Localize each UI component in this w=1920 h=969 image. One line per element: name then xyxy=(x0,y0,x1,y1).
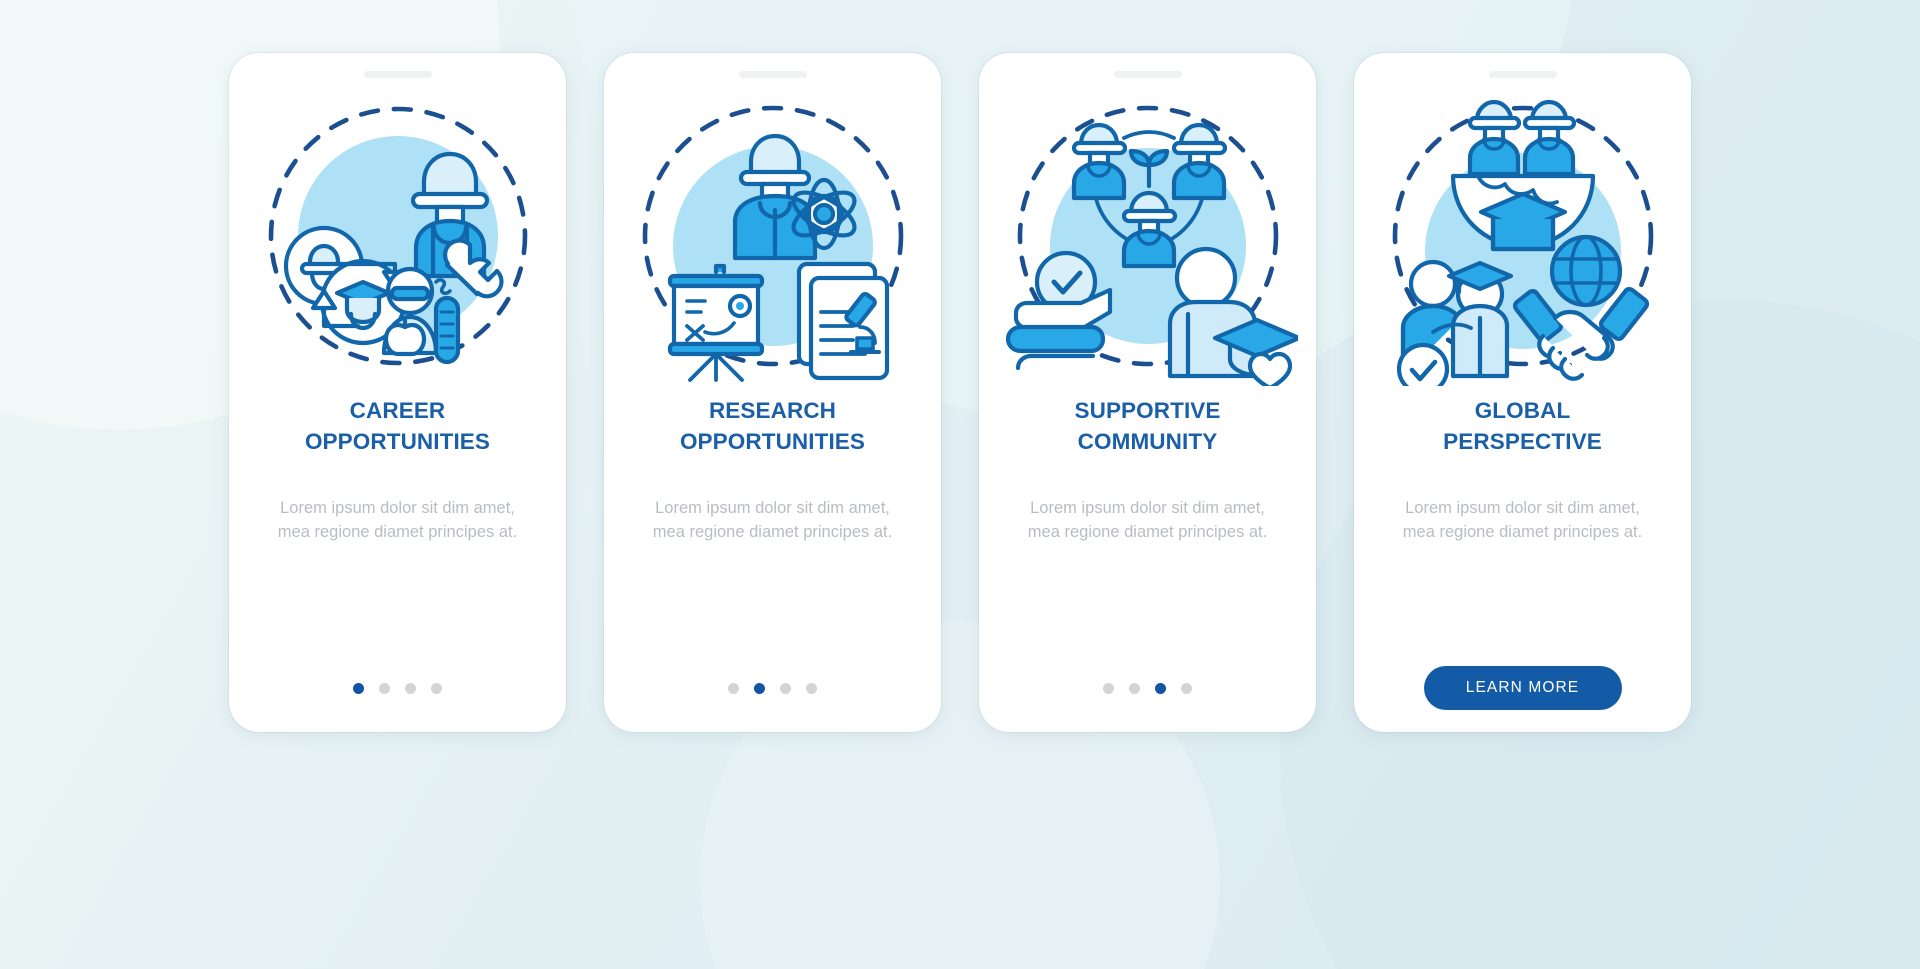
page-title: GLOBAL PERSPECTIVE xyxy=(1443,396,1602,457)
page-title-line-1: CAREER xyxy=(349,398,446,423)
globe-icon xyxy=(1549,234,1622,308)
onboarding-screens-canvas: CAREER OPPORTUNITIES Lorem ipsum dolor s… xyxy=(0,0,1920,969)
page-title-line-2: OPPORTUNITIES xyxy=(679,428,866,454)
person-pair-icon xyxy=(1467,99,1521,177)
page-title-line-2: COMMUNITY xyxy=(1077,428,1218,454)
community-illustration xyxy=(998,86,1298,386)
page-title-line-1: RESEARCH xyxy=(708,398,837,423)
phone-speaker-bar xyxy=(363,71,432,78)
pagination-dot-1[interactable] xyxy=(353,682,364,694)
phone-speaker-bar xyxy=(738,71,807,78)
pagination-dot-2[interactable] xyxy=(754,682,765,694)
check-circle-icon xyxy=(1396,342,1449,386)
apple-icon xyxy=(383,317,426,357)
page-description: Lorem ipsum dolor sit dim amet, mea regi… xyxy=(1027,499,1268,541)
pagination-dot-3[interactable] xyxy=(405,682,416,694)
research-illustration xyxy=(623,86,923,386)
global-illustration xyxy=(1373,86,1673,386)
pagination-dot-4[interactable] xyxy=(1181,682,1192,694)
pagination-dot-1[interactable] xyxy=(728,682,739,694)
presentation-board-icon xyxy=(667,263,764,382)
page-title-line-1: GLOBAL xyxy=(1474,398,1571,423)
page-description: Lorem ipsum dolor sit dim amet, mea regi… xyxy=(652,499,893,541)
learn-more-button[interactable]: LEARN MORE xyxy=(1423,666,1622,710)
pagination-dot-1[interactable] xyxy=(1103,682,1114,694)
pagination-dot-2[interactable] xyxy=(1129,682,1140,694)
page-description: Lorem ipsum dolor sit dim amet, mea regi… xyxy=(1402,499,1643,541)
pagination-dots[interactable] xyxy=(353,666,442,710)
page-title: RESEARCH OPPORTUNITIES xyxy=(680,396,865,457)
document-icon xyxy=(796,261,889,381)
page-title-line-2: PERSPECTIVE xyxy=(1443,428,1602,454)
pagination-dots[interactable] xyxy=(728,666,817,710)
page-title-line-1: SUPPORTIVE xyxy=(1074,398,1221,423)
page-description: Lorem ipsum dolor sit dim amet, mea regi… xyxy=(277,499,518,541)
pagination-dot-4[interactable] xyxy=(806,682,817,694)
phone-mockups-row: CAREER OPPORTUNITIES Lorem ipsum dolor s… xyxy=(0,0,1920,732)
career-illustration xyxy=(248,86,548,386)
page-title: CAREER OPPORTUNITIES xyxy=(305,396,490,457)
pagination-dot-4[interactable] xyxy=(431,682,442,694)
person-pair-icon xyxy=(1522,99,1576,177)
page-title-line-2: OPPORTUNITIES xyxy=(304,428,491,454)
phone-speaker-bar xyxy=(1113,71,1182,78)
helping-hands-icon xyxy=(1005,287,1112,371)
pagination-dot-2[interactable] xyxy=(379,682,390,694)
phone-screen-research-opportunities: RESEARCH OPPORTUNITIES Lorem ipsum dolor… xyxy=(604,53,941,732)
phone-screen-career-opportunities: CAREER OPPORTUNITIES Lorem ipsum dolor s… xyxy=(229,53,566,732)
phone-speaker-bar xyxy=(1488,71,1557,78)
phone-screen-supportive-community: SUPPORTIVE COMMUNITY Lorem ipsum dolor s… xyxy=(979,53,1316,732)
page-title: SUPPORTIVE COMMUNITY xyxy=(1074,396,1220,457)
pagination-dot-3[interactable] xyxy=(780,682,791,694)
pagination-dots[interactable] xyxy=(1103,666,1192,710)
phone-screen-global-perspective: GLOBAL PERSPECTIVE Lorem ipsum dolor sit… xyxy=(1354,53,1691,732)
heart-icon xyxy=(1247,351,1292,386)
pagination-dot-3[interactable] xyxy=(1155,682,1166,694)
